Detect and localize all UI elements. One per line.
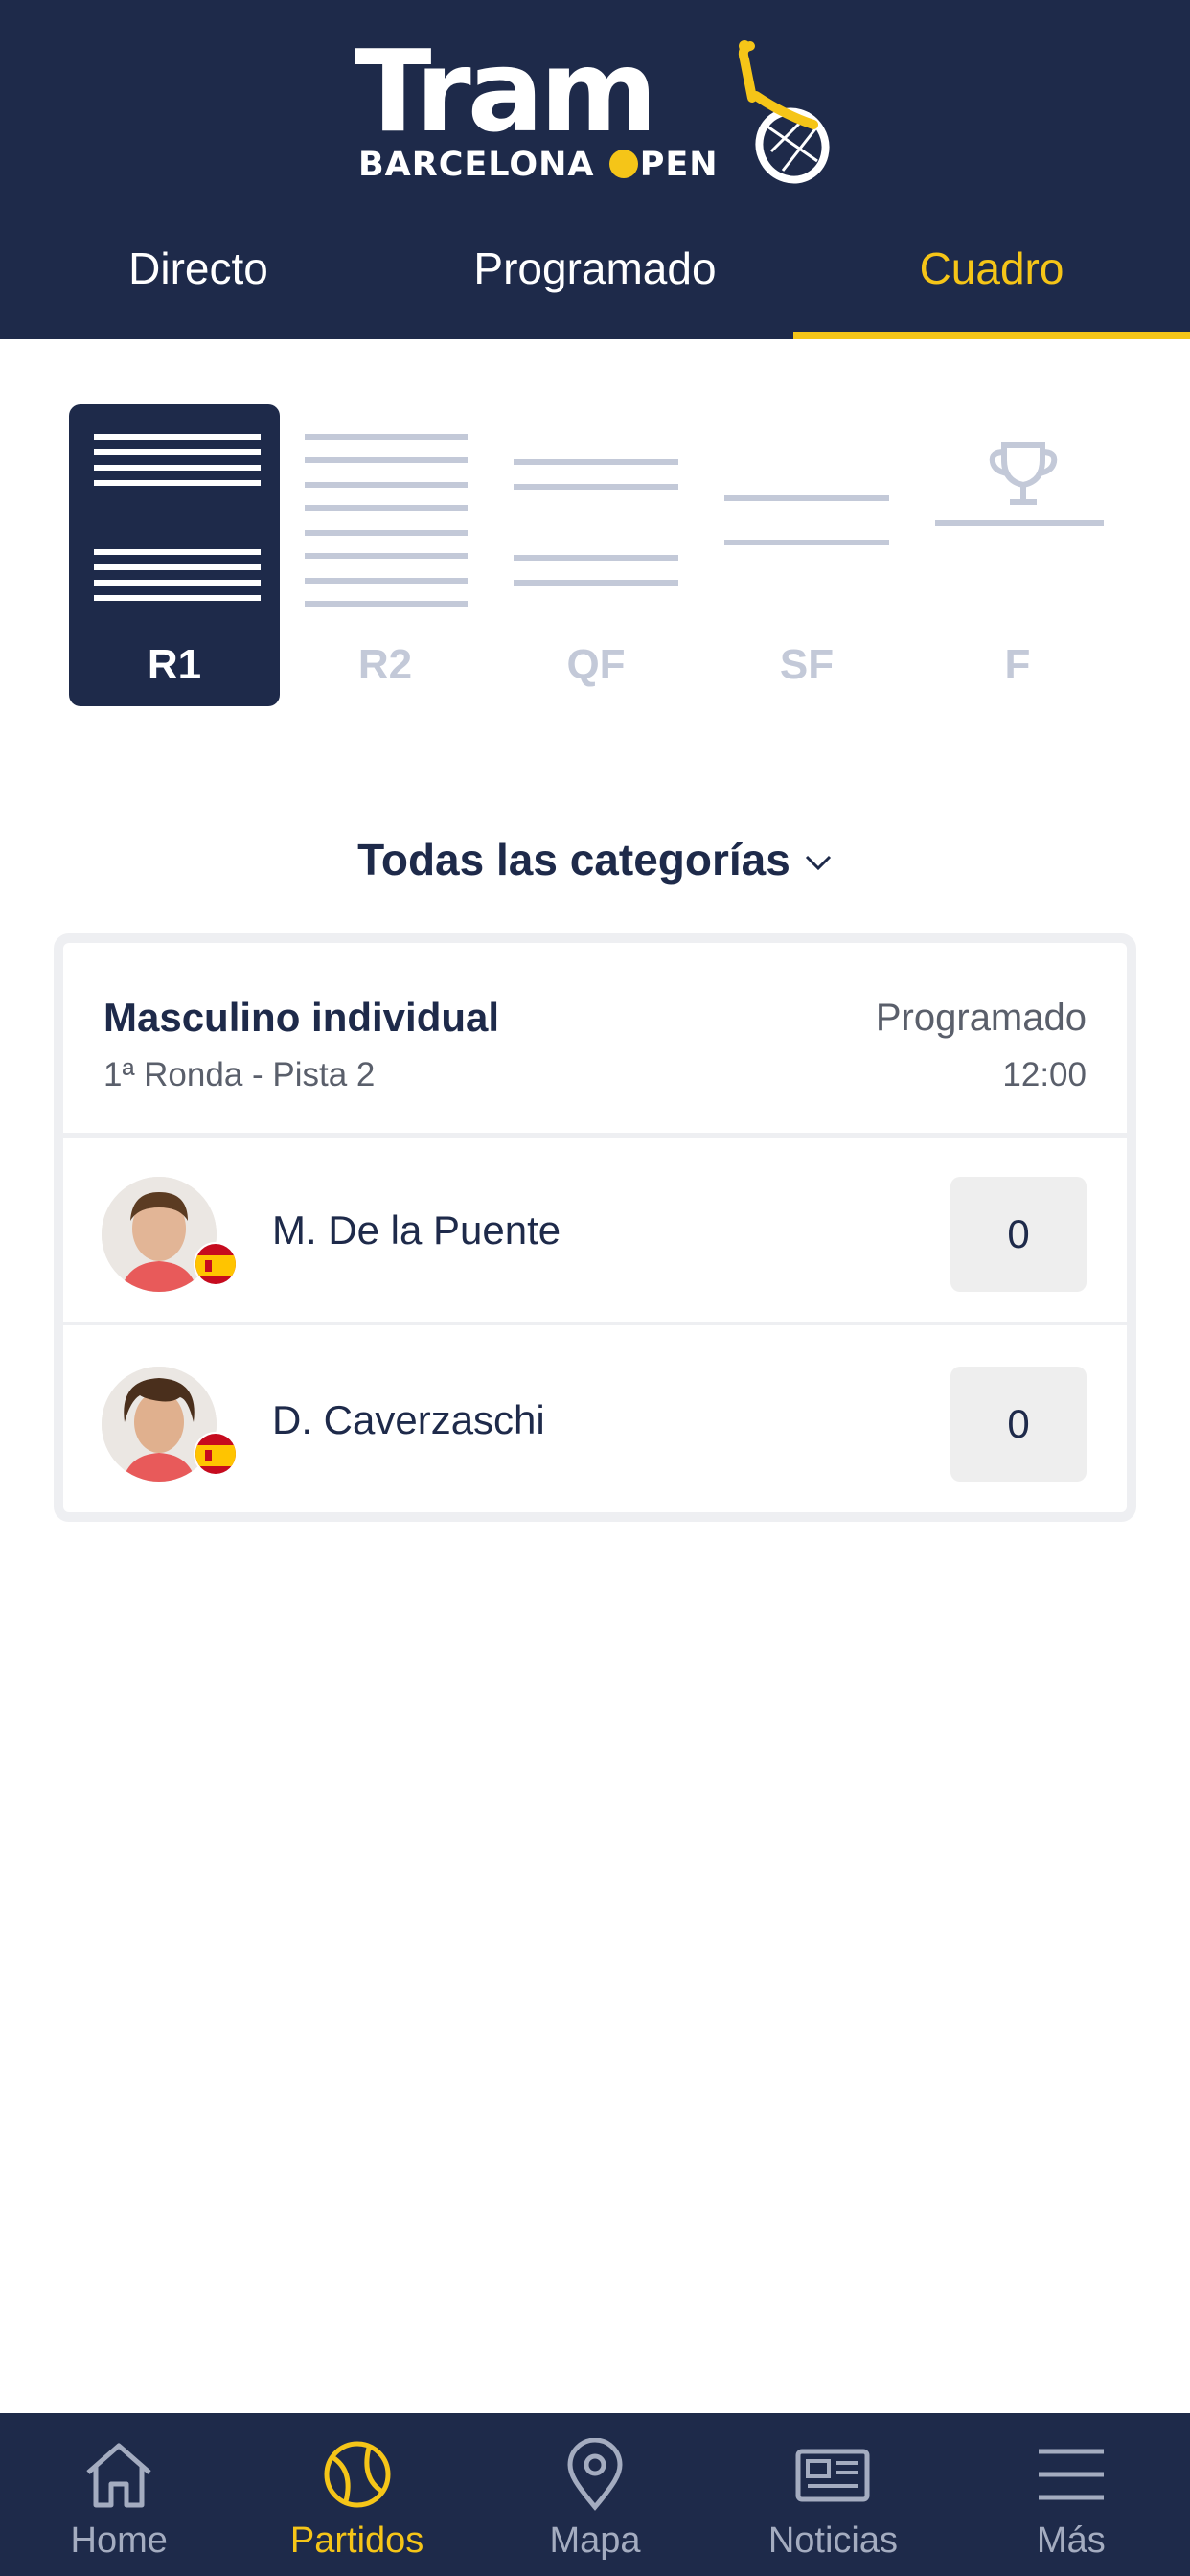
logo-wordmark: Tram <box>355 25 657 157</box>
nav-label: Noticias <box>767 2520 898 2561</box>
nav-noticias[interactable]: Noticias <box>714 2413 951 2576</box>
tram-barcelona-open-logo: Tram BARCELONA PEN <box>355 25 834 192</box>
category-label: Todas las categorías <box>357 835 790 885</box>
bracket-r2-icon <box>305 434 468 607</box>
round-selector: R1 R2 QF SF F <box>69 404 1123 706</box>
newspaper-icon <box>795 2449 870 2502</box>
player-score: 0 <box>950 1177 1087 1292</box>
top-tabs: Directo Programado Cuadro <box>0 220 1190 339</box>
spain-flag-icon <box>194 1432 238 1476</box>
round-label: F <box>1004 641 1031 688</box>
menu-icon <box>1038 2449 1104 2500</box>
tab-cuadro[interactable]: Cuadro <box>793 220 1190 339</box>
nav-mapa[interactable]: Mapa <box>476 2413 714 2576</box>
logo-subtitle: BARCELONA PEN <box>358 146 719 184</box>
home-icon <box>86 2443 151 2508</box>
map-pin-icon <box>567 2438 623 2511</box>
trophy-icon <box>935 442 1104 526</box>
player-score: 0 <box>950 1367 1087 1482</box>
nav-mas[interactable]: Más <box>952 2413 1190 2576</box>
round-label: R1 <box>147 641 202 688</box>
player-row[interactable]: D. Caverzaschi 0 <box>63 1328 1127 1512</box>
tennis-ball-icon <box>324 2441 391 2508</box>
player-name: D. Caverzaschi <box>272 1397 545 1442</box>
bracket-sf-icon <box>724 495 889 545</box>
round-r2[interactable]: R2 <box>280 404 491 706</box>
racket-logo-icon <box>738 40 830 184</box>
nav-label: Mapa <box>549 2520 641 2561</box>
bracket-r1-icon <box>94 434 261 601</box>
round-sf[interactable]: SF <box>701 404 912 706</box>
round-f[interactable]: F <box>912 404 1123 706</box>
tab-programado[interactable]: Programado <box>397 220 793 339</box>
round-r1[interactable]: R1 <box>69 404 280 706</box>
nav-partidos[interactable]: Partidos <box>238 2413 475 2576</box>
app-header: Tram BARCELONA PEN Directo Programado Cu… <box>0 0 1190 339</box>
round-qf[interactable]: QF <box>491 404 701 706</box>
tab-directo[interactable]: Directo <box>0 220 397 339</box>
category-dropdown[interactable]: Todas las categorías <box>0 834 1190 886</box>
round-label: R2 <box>357 641 413 688</box>
nav-label: Más <box>1036 2520 1106 2561</box>
match-card[interactable]: Masculino individual 1ª Ronda - Pista 2 … <box>54 933 1136 1522</box>
round-label: QF <box>566 641 626 688</box>
match-status: Programado <box>875 997 1087 1039</box>
nav-label: Partidos <box>289 2520 424 2561</box>
player-name: M. De la Puente <box>272 1208 561 1253</box>
nav-home[interactable]: Home <box>0 2413 238 2576</box>
match-round-court: 1ª Ronda - Pista 2 <box>103 1056 376 1093</box>
match-card-header: Masculino individual 1ª Ronda - Pista 2 … <box>63 943 1127 1138</box>
match-time: 12:00 <box>1002 1056 1087 1093</box>
chevron-down-icon <box>805 855 831 871</box>
match-category: Masculino individual <box>103 995 500 1040</box>
spain-flag-icon <box>194 1242 238 1286</box>
nav-label: Home <box>70 2520 168 2561</box>
bottom-navigation: Home Partidos Mapa Noticias Más <box>0 2413 1190 2576</box>
round-label: SF <box>779 641 835 688</box>
bracket-qf-icon <box>514 459 678 586</box>
player-row[interactable]: M. De la Puente 0 <box>63 1138 1127 1325</box>
